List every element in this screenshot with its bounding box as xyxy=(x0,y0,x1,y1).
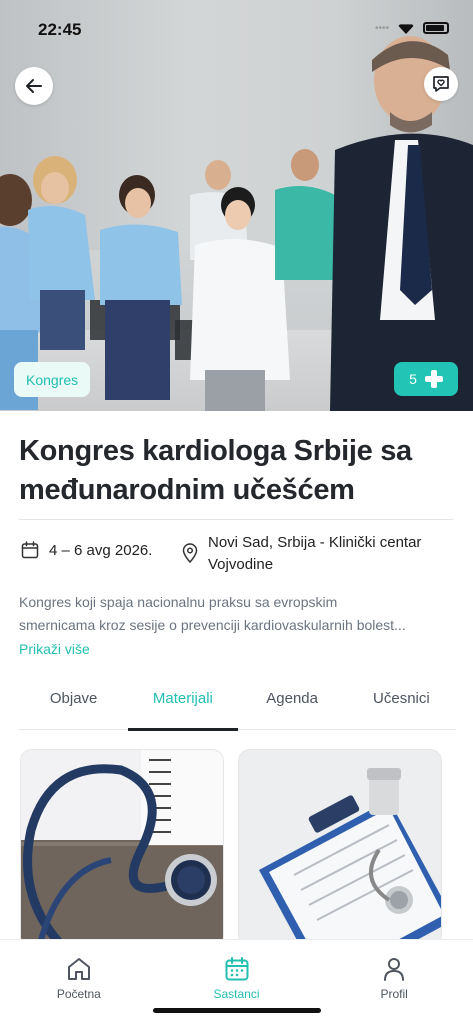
category-chip: Kongres xyxy=(14,362,91,397)
user-icon xyxy=(384,958,405,981)
description-line: smernicama kroz sesije o prevenciji kard… xyxy=(19,617,406,633)
event-location: Novi Sad, Srbija - Klinički centar Vojvo… xyxy=(180,532,458,576)
event-date: 4 – 6 avg 2026. xyxy=(20,540,152,560)
nav-label: Sastanci xyxy=(213,987,260,1001)
status-time: 22:45 xyxy=(38,20,82,39)
clipboard-image xyxy=(239,750,441,948)
show-more-link[interactable]: Prikaži više xyxy=(19,641,90,657)
participant-count: 5 xyxy=(409,371,417,387)
divider xyxy=(19,519,453,520)
event-date-text: 4 – 6 avg 2026. xyxy=(49,541,153,559)
stethoscope-image xyxy=(21,750,223,948)
calendar-icon xyxy=(21,541,39,559)
nav-item-profile[interactable]: Profil xyxy=(315,940,473,1024)
event-title: Kongres kardiologa Srbije sa međunarodni… xyxy=(19,435,412,506)
material-card[interactable] xyxy=(20,749,224,949)
description-line: Kongres koji spaja nacionalnu praksu sa … xyxy=(19,594,338,610)
status-icons: •••• xyxy=(375,22,449,34)
home-icon xyxy=(67,958,90,980)
chat-heart-icon xyxy=(433,76,449,92)
tab-ucesnici[interactable]: Učesnici xyxy=(347,680,456,729)
event-location-text: Novi Sad, Srbija - Klinički centar Vojvo… xyxy=(208,534,422,573)
event-description: Kongres koji spaja nacionalnu praksu sa … xyxy=(19,591,459,637)
message-button[interactable] xyxy=(424,67,458,101)
wifi-icon xyxy=(397,24,415,34)
participant-count-badge[interactable]: 5 xyxy=(394,362,458,396)
tab-bar: Objave Materijali Agenda Učesnici xyxy=(19,680,456,731)
tab-objave[interactable]: Objave xyxy=(19,680,128,729)
arrow-left-icon xyxy=(26,79,42,93)
audience-illustration xyxy=(0,36,473,411)
tab-materijali[interactable]: Materijali xyxy=(128,680,238,731)
nav-label: Početna xyxy=(56,987,101,1001)
signal-icon: •••• xyxy=(374,22,389,34)
nav-label: Profil xyxy=(380,987,408,1001)
home-indicator xyxy=(153,1008,321,1013)
tab-agenda[interactable]: Agenda xyxy=(238,680,347,729)
battery-icon xyxy=(423,22,449,34)
back-button[interactable] xyxy=(15,67,53,105)
status-bar: 22:45 •••• xyxy=(0,0,473,44)
plus-icon xyxy=(424,370,443,388)
nav-item-home[interactable]: Početna xyxy=(0,940,158,1024)
hero-image xyxy=(0,0,473,411)
location-pin-icon xyxy=(182,543,198,564)
calendar-icon xyxy=(225,957,248,981)
material-card[interactable] xyxy=(238,749,442,949)
